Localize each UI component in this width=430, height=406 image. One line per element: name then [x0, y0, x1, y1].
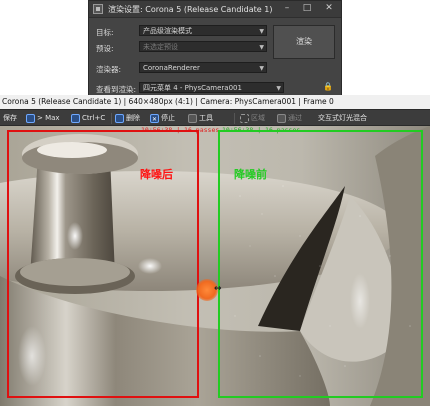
interactive-lightmix-button[interactable]: 交互式灯光混合 [318, 112, 367, 124]
view-to-render-dropdown[interactable]: 四元菜单 4 - PhysCamera001 ▼ [139, 82, 284, 93]
dialog-title-bar[interactable]: 渲染设置: Corona 5 (Release Candidate 1) – □… [89, 1, 341, 18]
target-label: 目标: [96, 28, 114, 37]
chevron-down-icon: ▼ [259, 65, 264, 72]
lock-icon[interactable]: 🔒 [323, 82, 333, 92]
wrench-icon [188, 113, 197, 123]
region-select-icon [240, 113, 249, 123]
send-to-max-button[interactable]: > Max [26, 112, 60, 124]
delete-button[interactable]: 删除 [115, 112, 140, 124]
tools-button[interactable]: 工具 [188, 112, 213, 124]
toolbar-divider [234, 113, 235, 124]
save-button[interactable]: 保存 [3, 112, 17, 124]
denoised-label: 降噪后 [140, 168, 173, 181]
noisy-label: 降噪前 [234, 168, 267, 181]
preset-label: 预设: [96, 44, 114, 53]
render-setup-dialog: 渲染设置: Corona 5 (Release Candidate 1) – □… [88, 0, 342, 97]
app-icon [93, 4, 103, 14]
preset-dropdown[interactable]: 未选定预设 ▼ [139, 41, 267, 52]
region-button[interactable]: 区域 [240, 112, 265, 124]
toolbar-divider [111, 113, 112, 124]
copy-button[interactable]: Ctrl+C [71, 112, 105, 124]
target-dropdown[interactable]: 产品级渲染模式 ▼ [139, 25, 267, 36]
minimize-button[interactable]: – [279, 2, 295, 15]
render-button[interactable]: 渲染 [273, 25, 335, 59]
target-value: 产品级渲染模式 [143, 27, 192, 35]
delete-icon [115, 113, 124, 123]
copy-icon [71, 113, 80, 123]
frame-buffer-title: Corona 5 (Release Candidate 1) | 640×480… [0, 95, 430, 109]
preset-value: 未选定预设 [143, 43, 178, 51]
render-viewport[interactable]: 10:56:38 | 16 passes 10:56:38 | 16 passe… [0, 126, 430, 406]
stop-button[interactable]: ✕ 停止 [150, 112, 175, 124]
export-icon [26, 113, 35, 123]
chevron-down-icon: ▼ [276, 85, 281, 92]
close-button[interactable]: ✕ [321, 2, 337, 15]
view-to-render-value: 四元菜单 4 - PhysCamera001 [143, 84, 242, 92]
pass-icon [277, 113, 286, 123]
renderer-value: CoronaRenderer [143, 64, 200, 72]
resize-cursor-icon: ↔ [214, 284, 222, 294]
pass-button[interactable]: 通过 [277, 112, 302, 124]
maximize-button[interactable]: □ [299, 2, 315, 15]
stop-icon: ✕ [150, 113, 159, 123]
view-to-render-label: 查看到渲染: [96, 85, 137, 94]
chevron-down-icon: ▼ [259, 28, 264, 35]
chevron-down-icon: ▼ [259, 44, 264, 51]
dialog-title: 渲染设置: Corona 5 (Release Candidate 1) [108, 5, 273, 14]
frame-buffer-toolbar: 保存 > Max Ctrl+C 删除 ✕ 停止 工具 区域 通过 交互式灯光混合 [0, 109, 430, 126]
renderer-dropdown[interactable]: CoronaRenderer ▼ [139, 62, 267, 73]
renderer-label: 渲染器: [96, 65, 122, 74]
